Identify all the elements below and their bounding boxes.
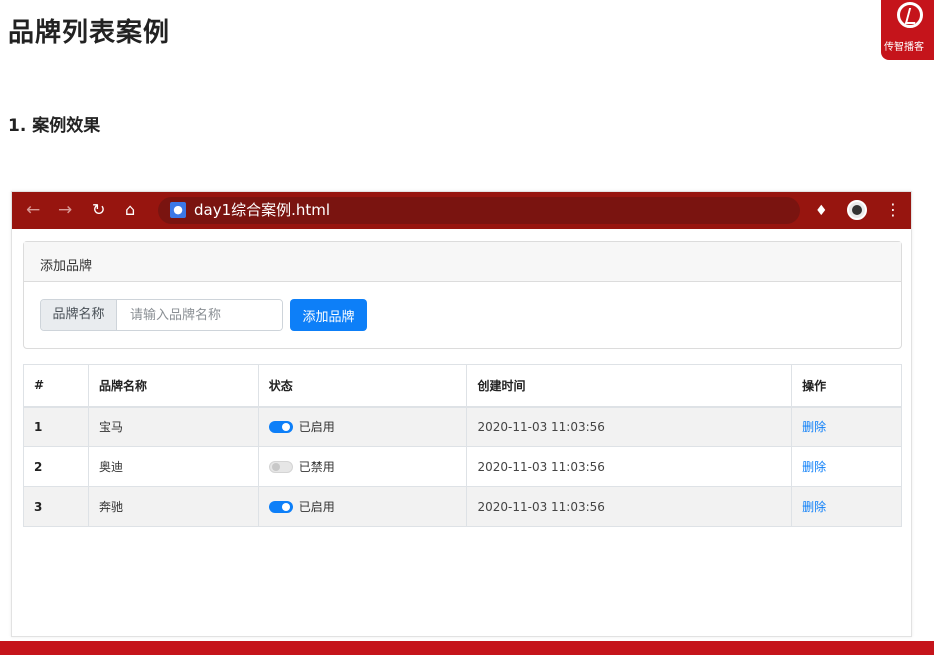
forward-icon[interactable]: → (58, 200, 72, 220)
delete-link[interactable]: 删除 (802, 420, 826, 434)
address-bar[interactable]: ● day1综合案例.html (158, 197, 800, 224)
status-toggle[interactable] (268, 500, 293, 513)
status-label: 已启用 (298, 420, 335, 435)
extension-icon[interactable]: ♦ (815, 201, 828, 221)
col-header-name: 品牌名称 (87, 364, 259, 408)
table-row: 2 奥迪 已禁用 2020-11-03 11:03:56 删除 (23, 446, 902, 487)
col-header-status: 状态 (257, 364, 468, 408)
table-row: 1 宝马 已启用 2020-11-03 11:03:56 删除 (23, 406, 902, 447)
row-brand-name: 奔驰 (87, 486, 259, 527)
row-id: 2 (23, 446, 89, 487)
col-header-time: 创建时间 (466, 364, 793, 408)
row-id: 3 (23, 486, 89, 527)
favicon-icon: ● (170, 202, 186, 218)
toggle-knob (281, 422, 290, 431)
row-created-time: 2020-11-03 11:03:56 (466, 486, 793, 527)
add-brand-card: 添加品牌 品牌名称 添加品牌 (23, 241, 902, 349)
section-title: 1. 案例效果 (8, 116, 101, 136)
status-label: 已启用 (298, 500, 335, 514)
row-status: 已禁用 (257, 446, 468, 487)
row-id: 1 (23, 406, 89, 447)
url-text: day1综合案例.html (194, 201, 331, 219)
logo-mark-icon (897, 2, 923, 28)
table-row: 3 奔驰 已启用 2020-11-03 11:03:56 删除 (23, 486, 902, 527)
brand-name-input-group: 品牌名称 (40, 299, 283, 331)
row-created-time: 2020-11-03 11:03:56 (466, 406, 793, 447)
home-icon[interactable]: ⌂ (125, 200, 135, 220)
row-status: 已启用 (257, 486, 468, 527)
status-toggle[interactable] (268, 460, 293, 473)
browser-window: ← → ↻ ⌂ ● day1综合案例.html ♦ ⋮ 添加品牌 品牌名称 添加… (11, 191, 912, 637)
profile-avatar[interactable] (847, 200, 867, 220)
card-body: 品牌名称 添加品牌 (24, 282, 901, 348)
logo-text: 传智播客 (884, 42, 924, 53)
row-action: 删除 (791, 486, 902, 527)
row-status: 已启用 (257, 406, 468, 447)
row-brand-name: 奥迪 (87, 446, 259, 487)
row-brand-name: 宝马 (87, 406, 259, 447)
col-header-action: 操作 (791, 364, 902, 408)
brand-logo: 传智播客 (881, 0, 934, 60)
card-header: 添加品牌 (24, 242, 901, 282)
col-header-id: # (23, 364, 89, 408)
table-header-row: # 品牌名称 状态 创建时间 操作 (23, 364, 902, 408)
toggle-knob (271, 462, 280, 471)
brand-table: # 品牌名称 状态 创建时间 操作 1 宝马 已启用 2020-11-03 11… (23, 364, 902, 527)
back-icon[interactable]: ← (26, 200, 40, 220)
toggle-knob (281, 502, 290, 511)
footer-bar (0, 641, 934, 655)
add-brand-button[interactable]: 添加品牌 (290, 299, 367, 331)
row-action: 删除 (791, 406, 902, 447)
page-title: 品牌列表案例 (8, 18, 171, 48)
brand-name-label: 品牌名称 (41, 300, 117, 330)
browser-toolbar: ← → ↻ ⌂ ● day1综合案例.html ♦ ⋮ (12, 192, 911, 229)
delete-link[interactable]: 删除 (802, 500, 826, 514)
status-label: 已禁用 (298, 460, 335, 474)
delete-link[interactable]: 删除 (802, 460, 826, 474)
row-action: 删除 (791, 446, 902, 487)
more-menu-icon[interactable]: ⋮ (885, 200, 901, 220)
brand-name-input[interactable] (118, 300, 282, 330)
status-toggle[interactable] (268, 420, 293, 433)
row-created-time: 2020-11-03 11:03:56 (466, 446, 793, 487)
reload-icon[interactable]: ↻ (92, 200, 105, 220)
